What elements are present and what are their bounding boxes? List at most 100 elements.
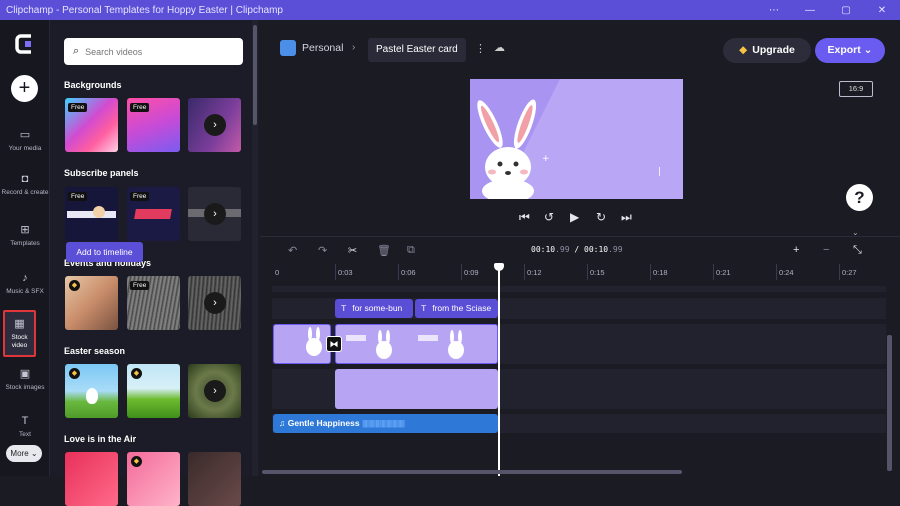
delete-icon[interactable]: 🗑 (377, 244, 391, 257)
timeline-vertical-scrollbar[interactable] (887, 335, 892, 471)
zoom-out-icon[interactable]: − (823, 244, 829, 256)
aspect-ratio-button[interactable]: 16:9 (839, 81, 873, 97)
chevron-right-icon[interactable]: › (204, 380, 226, 402)
timecode-display: 00:10.99 / 00:10.99 (531, 245, 623, 254)
play-icon[interactable]: ▶ (570, 210, 579, 224)
timeline-horizontal-scrollbar[interactable] (262, 470, 682, 474)
video-thumbnail[interactable] (188, 452, 241, 506)
maximize-button[interactable]: ▢ (828, 0, 864, 20)
help-button[interactable]: ? (846, 184, 873, 211)
svg-text:|: | (658, 167, 661, 177)
zoom-in-icon[interactable]: + (793, 244, 799, 256)
section-title-easter-season: Easter season (64, 346, 126, 356)
ruler-tick: 0:09 (464, 268, 479, 277)
free-badge: Free (130, 103, 150, 112)
minimize-button[interactable]: — (792, 0, 828, 20)
duplicate-icon[interactable]: ⧉ (407, 244, 415, 257)
premium-icon: ◆ (69, 280, 80, 291)
undo-icon[interactable]: ↶ (288, 244, 297, 257)
skip-to-start-icon[interactable]: ⏮ (519, 210, 530, 225)
background-clip[interactable] (335, 369, 498, 409)
text-icon: T (421, 303, 427, 313)
library-scrollbar[interactable] (252, 20, 258, 476)
premium-icon: ◆ (131, 456, 142, 467)
chevron-right-icon[interactable]: › (204, 203, 226, 225)
chevron-right-icon[interactable]: › (204, 114, 226, 136)
audio-clip[interactable]: ♫ Gentle Happiness |||||||||||||||||||||… (273, 414, 498, 433)
video-thumbnail[interactable]: ◆ (65, 364, 118, 418)
video-thumbnail[interactable]: › (188, 276, 241, 330)
stock-video-panel: ⌕ Backgrounds Free Free › Subscribe pane… (51, 20, 259, 506)
rail-item-label: Text (19, 431, 31, 438)
more-options-icon[interactable]: ⋮ (475, 42, 486, 55)
chevron-right-icon[interactable]: › (204, 292, 226, 314)
rail-item-label: Record & create (1, 189, 49, 196)
rewind-5s-icon[interactable]: ↺ (544, 210, 554, 224)
video-preview[interactable]: + | (470, 79, 683, 199)
redo-icon[interactable]: ↷ (318, 244, 327, 257)
rail-item-label: Templates (10, 240, 40, 247)
video-thumbnail[interactable]: ◆ (127, 364, 180, 418)
project-name-field[interactable]: Pastel Easter card (368, 38, 466, 62)
more-window-options-button[interactable]: ⋯ (756, 0, 792, 20)
skip-to-end-icon[interactable]: ⏭ (621, 210, 632, 225)
video-thumbnail[interactable]: Free (65, 98, 118, 152)
video-clip[interactable] (335, 324, 498, 364)
video-thumbnail[interactable] (65, 452, 118, 506)
clipchamp-logo (15, 34, 31, 54)
rail-item-templates[interactable]: ⊞ Templates (0, 223, 50, 248)
more-button[interactable]: More ⌄ (6, 445, 42, 462)
workspace-switcher[interactable]: Personal (280, 40, 343, 56)
free-badge: Free (68, 103, 88, 112)
video-thumbnail[interactable]: ◆ (127, 452, 180, 506)
video-thumbnail[interactable]: Free (127, 187, 180, 241)
clip-filmstrip (346, 330, 464, 359)
video-clip[interactable] (273, 324, 331, 364)
forward-5s-icon[interactable]: ↻ (596, 210, 606, 224)
rail-item-label: Stock video (11, 334, 28, 349)
text-clip[interactable]: Tfrom the Sciase (415, 299, 498, 318)
clip-filmstrip (306, 327, 322, 356)
ruler-tick: 0:12 (527, 268, 542, 277)
transition-icon[interactable]: ⧓ (326, 336, 342, 352)
add-media-button[interactable]: + (11, 75, 38, 102)
video-thumbnail[interactable]: › (188, 364, 241, 418)
video-thumbnail[interactable]: Free (127, 98, 180, 152)
free-badge: Free (130, 281, 150, 290)
add-to-timeline-tooltip[interactable]: Add to timeline (66, 242, 143, 262)
rail-item-text[interactable]: T Text (0, 414, 50, 439)
chevron-right-icon: › (352, 42, 356, 53)
text-clip[interactable]: Tfor some-bun (335, 299, 413, 318)
workspace-name: Personal (302, 42, 344, 54)
rail-item-record-create[interactable]: ◘ Record & create (0, 172, 50, 197)
video-thumbnail[interactable]: Free (127, 276, 180, 330)
video-thumbnail[interactable]: › (188, 98, 241, 152)
fit-timeline-icon[interactable]: ⤡ (853, 244, 862, 257)
ruler-tick: 0:15 (590, 268, 605, 277)
search-box[interactable]: ⌕ (64, 38, 243, 65)
upgrade-button[interactable]: ◆ Upgrade (723, 38, 811, 63)
title-bar: Clipchamp - Personal Templates for Hoppy… (0, 0, 900, 20)
video-thumbnail[interactable]: › (188, 187, 241, 241)
search-input[interactable] (85, 46, 226, 57)
premium-icon: ◆ (69, 368, 80, 379)
close-button[interactable]: ✕ (864, 0, 900, 20)
user-avatar-icon (280, 40, 296, 56)
ruler-tick: 0:03 (338, 268, 353, 277)
collapse-timeline-icon[interactable]: ⌄ (852, 228, 859, 237)
export-button[interactable]: Export ⌄ (815, 38, 885, 63)
cloud-off-icon[interactable]: ☁ (494, 41, 505, 54)
timeline-ruler[interactable]: 0 0:03 0:06 0:09 0:12 0:15 0:18 0:21 0:2… (272, 264, 886, 281)
folder-icon: ▭ (19, 129, 31, 141)
video-thumbnail[interactable]: Free (65, 187, 118, 241)
rail-item-label: Your media (8, 145, 42, 152)
rail-item-music-sfx[interactable]: ♪ Music & SFX (0, 271, 50, 296)
rail-item-stock-video[interactable]: ▦ Stock video (3, 310, 36, 357)
video-thumbnail[interactable]: ◆ (65, 276, 118, 330)
rail-item-your-media[interactable]: ▭ Your media (0, 128, 50, 153)
ruler-tick: 0:18 (653, 268, 668, 277)
editor-topbar: Personal › Pastel Easter card ⋮ ☁ ◆ Upgra… (260, 20, 900, 80)
split-icon[interactable]: ✂ (348, 244, 357, 257)
rail-item-stock-images[interactable]: ▣ Stock images (0, 367, 50, 392)
playhead[interactable] (494, 263, 504, 476)
